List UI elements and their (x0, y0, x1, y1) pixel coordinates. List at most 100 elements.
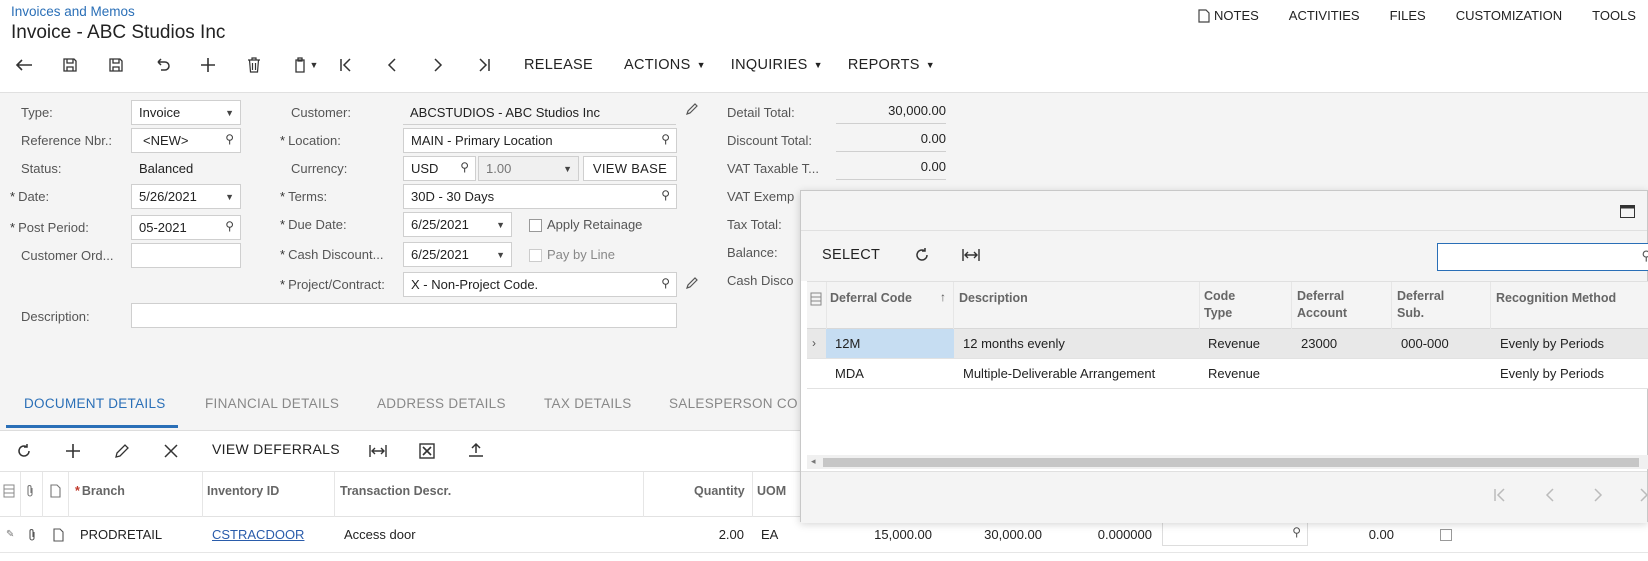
inquiries-menu[interactable]: INQUIRIES ▼ (731, 57, 823, 73)
last-page-icon[interactable] (1639, 487, 1648, 507)
fit-columns-icon[interactable] (369, 444, 387, 461)
col-uom-header[interactable]: UOM (757, 484, 786, 498)
customer-order-field[interactable] (131, 243, 241, 268)
tab-address-details[interactable]: ADDRESS DETAILS (377, 396, 506, 411)
fit-columns-icon[interactable] (962, 248, 980, 265)
breadcrumb[interactable]: Invoices and Memos (11, 4, 135, 19)
inventory-id-link[interactable]: CSTRACDOOR (212, 527, 304, 542)
horizontal-scrollbar[interactable]: ◂ (807, 455, 1648, 469)
row-selector-icon[interactable] (810, 292, 822, 309)
tab-document-details[interactable]: DOCUMENT DETAILS (24, 396, 166, 411)
deferral-code-cell[interactable]: MDA (835, 366, 864, 381)
discount-cell[interactable]: 0.000000 (1070, 527, 1152, 542)
col-recognition-method-header[interactable]: Recognition Method (1496, 290, 1616, 307)
code-type-cell[interactable]: Revenue (1208, 336, 1260, 351)
back-icon[interactable] (12, 54, 36, 76)
customer-field[interactable]: ABCSTUDIOS - ABC Studios Inc (403, 100, 676, 125)
maximize-icon[interactable] (1620, 205, 1635, 221)
add-icon[interactable] (196, 54, 220, 76)
code-type-cell[interactable]: Revenue (1208, 366, 1260, 381)
col-descr-header[interactable]: Transaction Descr. (340, 484, 451, 498)
refresh-icon[interactable] (16, 443, 32, 462)
search-icon[interactable]: ⚲ (225, 132, 234, 146)
grid-lookup-field[interactable]: ⚲ (1162, 521, 1308, 546)
search-icon[interactable]: ⚲ (1641, 248, 1648, 264)
last-record-icon[interactable] (472, 54, 496, 76)
reports-menu[interactable]: REPORTS ▼ (848, 57, 935, 73)
ext-price-cell[interactable]: 30,000.00 (960, 527, 1042, 542)
save-icon[interactable] (104, 54, 128, 76)
branch-cell[interactable]: PRODRETAIL (80, 527, 162, 542)
files-link[interactable]: FILES (1390, 8, 1426, 23)
search-icon[interactable]: ⚲ (661, 132, 670, 146)
post-period-field[interactable]: 05-2021 ⚲ (131, 215, 241, 240)
unit-price-cell[interactable]: 15,000.00 (850, 527, 932, 542)
actions-menu[interactable]: ACTIONS ▼ (624, 57, 706, 73)
scroll-left-icon[interactable]: ◂ (811, 456, 816, 467)
tab-salesperson[interactable]: SALESPERSON CO (669, 396, 798, 411)
col-quantity-header[interactable]: Quantity (694, 484, 745, 498)
first-page-icon[interactable] (1493, 487, 1507, 507)
undo-icon[interactable] (150, 54, 174, 76)
next-page-icon[interactable] (1593, 487, 1603, 507)
note-icon[interactable] (53, 528, 64, 545)
previous-record-icon[interactable] (380, 54, 404, 76)
description-cell[interactable]: 12 months evenly (963, 336, 1065, 351)
dialog-search-input[interactable]: ⚲ (1437, 243, 1648, 271)
clipboard-icon[interactable]: ▼ (288, 54, 322, 76)
row-checkbox[interactable] (1440, 529, 1452, 541)
description-cell[interactable]: Multiple-Deliverable Arrangement (963, 366, 1155, 381)
recognition-method-cell[interactable]: Evenly by Periods (1500, 336, 1604, 351)
tab-financial-details[interactable]: FINANCIAL DETAILS (205, 396, 339, 411)
amount-cell[interactable]: 0.00 (1320, 527, 1394, 542)
activities-link[interactable]: ACTIVITIES (1289, 8, 1360, 23)
upload-icon[interactable] (468, 442, 484, 461)
currency-field[interactable]: USD ⚲ (403, 156, 476, 181)
caret-down-icon[interactable]: ▼ (496, 250, 505, 260)
due-date-field[interactable]: 6/25/2021 ▼ (403, 212, 512, 237)
col-deferral-account-header[interactable]: Deferral Account (1297, 288, 1367, 322)
view-base-button[interactable]: VIEW BASE (583, 156, 677, 181)
next-record-icon[interactable] (426, 54, 450, 76)
search-icon[interactable]: ⚲ (661, 188, 670, 202)
project-field[interactable]: X - Non-Project Code. ⚲ (403, 272, 677, 297)
save-close-icon[interactable] (58, 54, 82, 76)
edit-pencil-icon[interactable] (114, 443, 130, 462)
search-icon[interactable]: ⚲ (661, 276, 670, 290)
refresh-icon[interactable] (914, 247, 930, 266)
tab-tax-details[interactable]: TAX DETAILS (544, 396, 632, 411)
terms-field[interactable]: 30D - 30 Days ⚲ (403, 184, 677, 209)
deferral-sub-cell[interactable]: 000-000 (1401, 336, 1449, 351)
view-deferrals-button[interactable]: VIEW DEFERRALS (212, 441, 340, 457)
attachment-icon[interactable] (27, 528, 37, 545)
uom-cell[interactable]: EA (761, 527, 778, 542)
quantity-cell[interactable]: 2.00 (700, 527, 744, 542)
previous-page-icon[interactable] (1545, 487, 1555, 507)
cash-discount-field[interactable]: 6/25/2021 ▼ (403, 242, 512, 267)
export-excel-icon[interactable] (419, 443, 435, 462)
edit-pencil-icon[interactable] (685, 276, 699, 293)
deferral-code-cell[interactable]: 12M (835, 336, 860, 351)
apply-retainage-checkbox[interactable]: Apply Retainage (529, 217, 642, 233)
table-row[interactable]: MDA Multiple-Deliverable Arrangement Rev… (807, 359, 1648, 389)
recognition-method-cell[interactable]: Evenly by Periods (1500, 366, 1604, 381)
location-field[interactable]: MAIN - Primary Location ⚲ (403, 128, 677, 153)
search-icon[interactable]: ⚲ (460, 160, 469, 174)
first-record-icon[interactable] (334, 54, 358, 76)
notes-link[interactable]: NOTES (1198, 8, 1259, 23)
caret-down-icon[interactable]: ▼ (496, 220, 505, 230)
col-deferral-code-header[interactable]: Deferral Code (830, 290, 912, 307)
table-row[interactable]: › 12M 12 months evenly Revenue 23000 000… (807, 329, 1648, 359)
col-inventory-header[interactable]: Inventory ID (207, 484, 279, 498)
col-deferral-sub-header[interactable]: Deferral Sub. (1397, 288, 1467, 322)
row-selector-icon[interactable] (3, 484, 15, 501)
customization-link[interactable]: CUSTOMIZATION (1456, 8, 1562, 23)
col-branch-header[interactable]: * Branch (75, 484, 125, 498)
add-row-icon[interactable] (65, 443, 81, 462)
delete-row-icon[interactable] (164, 444, 178, 461)
deferral-account-cell[interactable]: 23000 (1301, 336, 1337, 351)
description-field[interactable] (131, 303, 677, 328)
caret-down-icon[interactable]: ▼ (225, 192, 234, 202)
search-icon[interactable]: ⚲ (1292, 525, 1301, 539)
date-field[interactable]: 5/26/2021 ▼ (131, 184, 241, 209)
